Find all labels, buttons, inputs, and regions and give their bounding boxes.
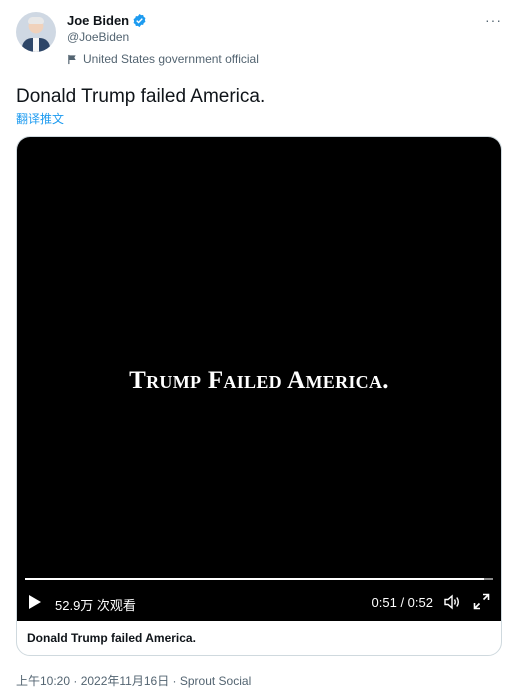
avatar[interactable]: [16, 12, 56, 52]
play-icon[interactable]: [28, 594, 42, 610]
flag-icon: [68, 54, 76, 64]
tweet-text: Donald Trump failed America.: [16, 86, 266, 107]
volume-icon[interactable]: [443, 593, 461, 611]
author-handle[interactable]: @JoeBiden: [67, 30, 129, 44]
video-progress-fill: [25, 578, 484, 580]
video-title-text: Trump Failed America.: [129, 367, 389, 394]
media-card[interactable]: Trump Failed America. 52.9万 次观看 0:51 / 0…: [16, 136, 502, 656]
government-label: United States government official: [67, 52, 259, 66]
name-row: Joe Biden: [67, 13, 147, 28]
author-name[interactable]: Joe Biden: [67, 13, 129, 28]
tweet-source[interactable]: Sprout Social: [180, 674, 251, 688]
translate-link[interactable]: 翻译推文: [16, 110, 64, 127]
tweet-meta: 上午10:20 · 2022年11月16日 · Sprout Social: [16, 672, 251, 689]
video-time: 0:51 / 0:52: [371, 595, 433, 610]
video-progress-bar[interactable]: [25, 578, 493, 580]
video-player[interactable]: Trump Failed America. 52.9万 次观看 0:51 / 0…: [17, 137, 501, 621]
government-label-text: United States government official: [83, 52, 259, 66]
avatar-hair: [28, 17, 44, 24]
verified-badge-icon: [133, 13, 146, 28]
view-count: 52.9万 次观看: [55, 598, 136, 613]
more-icon[interactable]: ···: [485, 12, 502, 28]
fullscreen-icon[interactable]: [473, 593, 490, 610]
media-caption: Donald Trump failed America.: [27, 631, 196, 645]
video-controls: 52.9万 次观看 0:51 / 0:52: [17, 591, 501, 615]
tweet-timestamp[interactable]: 上午10:20 · 2022年11月16日 ·: [16, 674, 180, 688]
tweet-header: Joe Biden @JoeBiden United States govern…: [16, 10, 504, 70]
avatar-shirt: [33, 38, 39, 52]
